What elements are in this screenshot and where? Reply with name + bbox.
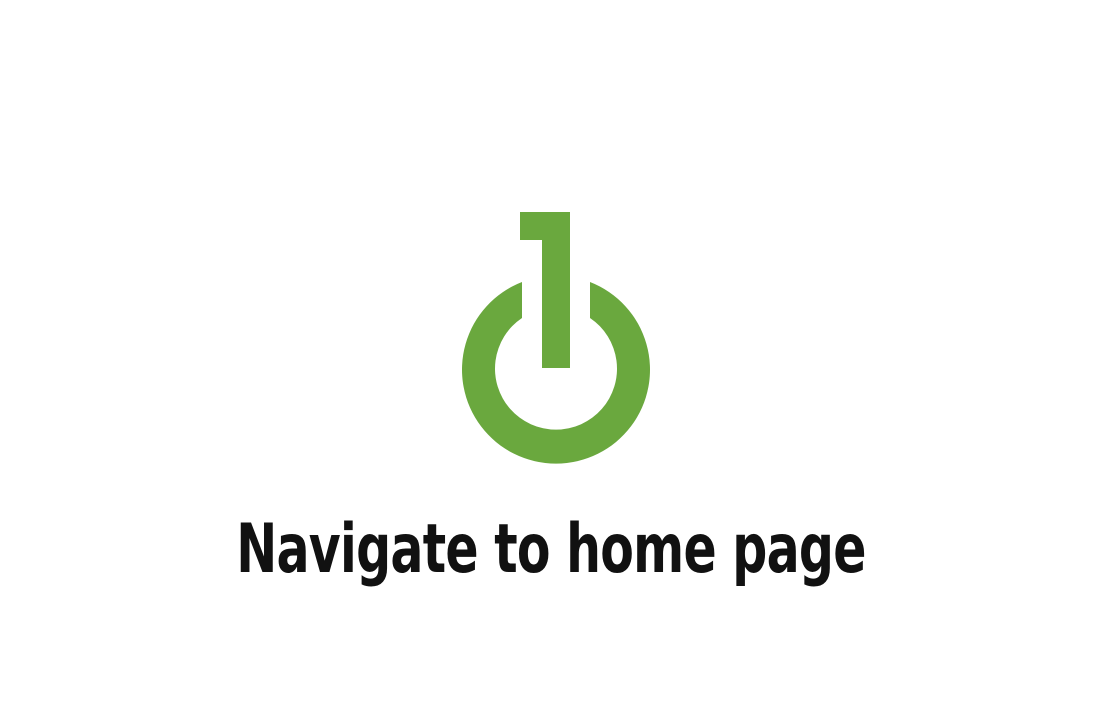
- home-link[interactable]: Navigate to home page: [0, 0, 1102, 720]
- logo-digit-one: [520, 212, 570, 368]
- home-link-label: Navigate to home page: [236, 510, 866, 589]
- power-one-icon: [462, 212, 650, 464]
- page: Navigate to home page: [0, 0, 1102, 720]
